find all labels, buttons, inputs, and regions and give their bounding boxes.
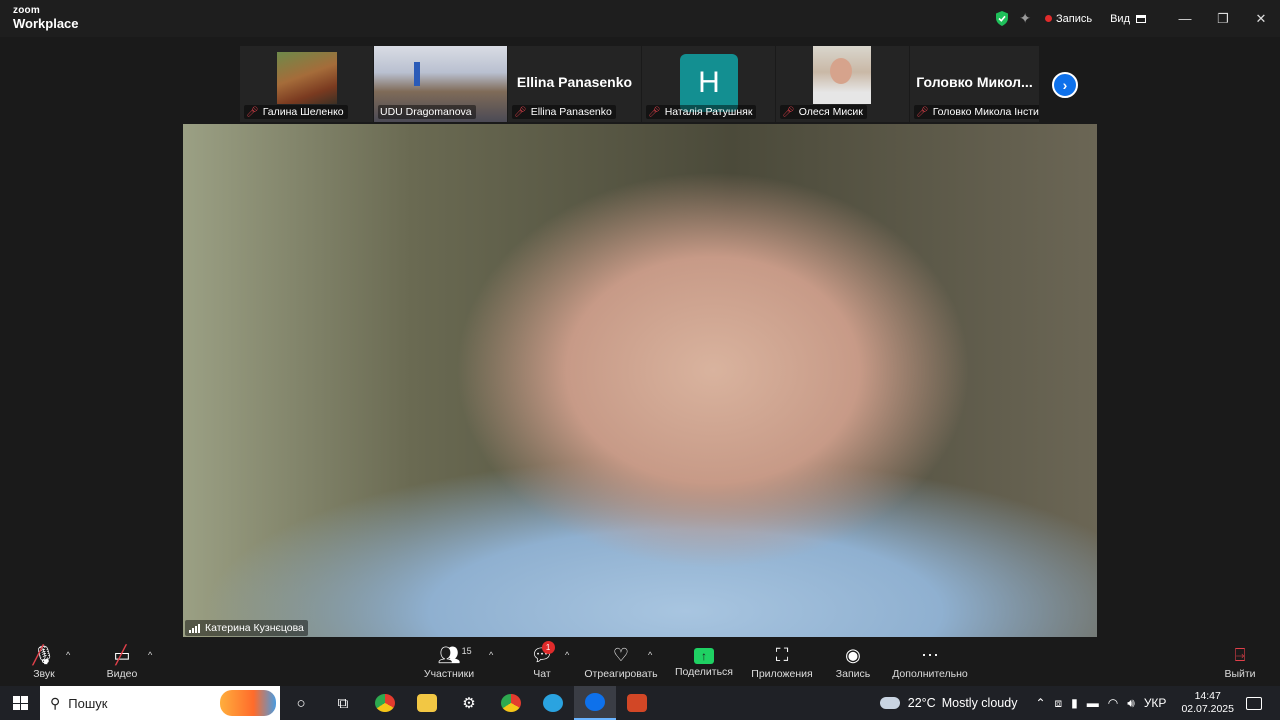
participants-options-caret[interactable]: ^: [489, 650, 493, 660]
active-speaker-video: Катерина Кузнєцова: [183, 124, 1097, 637]
participant-tile[interactable]: 🎤︎ Галина Шеленко: [240, 46, 374, 122]
minimize-button[interactable]: —: [1166, 0, 1204, 37]
video-button[interactable]: ▭ ╱ Видео: [104, 637, 140, 686]
weather-widget[interactable]: 22°C Mostly cloudy: [876, 693, 1017, 710]
zoom-taskbar-icon[interactable]: [574, 686, 616, 720]
heart-icon: ♡: [612, 644, 630, 665]
camera-off-icon: ▭ ╱: [113, 644, 131, 665]
apps-icon: ⛶: [775, 644, 789, 665]
teams-icon[interactable]: ⚙: [448, 686, 490, 720]
mic-muted-icon: 🎤︎: [648, 106, 661, 118]
mic-muted-icon: 🎤︎: [514, 106, 527, 118]
meet-now-icon[interactable]: ⧈: [1055, 696, 1063, 711]
language-indicator[interactable]: УКР: [1144, 696, 1167, 710]
zoom-logo: zoom Workplace: [13, 5, 79, 31]
mic-muted-icon: 🎤︎: [246, 106, 259, 118]
record-dot-icon: [1045, 15, 1052, 22]
tray-overflow-icon[interactable]: ⌃: [1035, 696, 1045, 710]
participant-name: 🎤︎ Наталія Ратушняк: [646, 105, 757, 119]
participant-video: [277, 52, 337, 104]
notifications-icon[interactable]: [1246, 696, 1262, 710]
title-bar: zoom Workplace ✦ Запись Вид — ❐ ✕: [0, 0, 1280, 37]
participant-name: 🎤︎ Ellina Panasenko: [512, 105, 616, 119]
participant-name: 🎤︎ Олеся Мисик: [780, 105, 867, 119]
participants-count: 15: [461, 645, 472, 656]
close-button[interactable]: ✕: [1242, 0, 1280, 37]
view-button[interactable]: Вид: [1110, 13, 1146, 25]
audio-options-caret[interactable]: ^: [66, 650, 70, 660]
shield-icon[interactable]: [995, 11, 1009, 26]
chat-unread-badge: 1: [541, 640, 555, 654]
share-screen-icon: ↑: [694, 648, 714, 664]
meeting-area: 🎤︎ Галина Шеленко UDU Dragomanova Ellina …: [0, 37, 1280, 637]
mic-muted-icon: 🎙︎ ╱: [32, 644, 56, 665]
battery-icon[interactable]: ▬: [1087, 696, 1099, 710]
mic-muted-icon: 🎤︎: [916, 106, 929, 118]
participant-name: 🎤︎ Головко Микола Інсти...: [914, 105, 1039, 119]
start-button[interactable]: [0, 686, 40, 720]
file-explorer-icon[interactable]: [406, 686, 448, 720]
participant-tile[interactable]: Ellina Panasenko 🎤︎ Ellina Panasenko: [508, 46, 642, 122]
grid-view-icon: [1136, 14, 1146, 23]
chrome-icon[interactable]: [364, 686, 406, 720]
participant-tile[interactable]: H 🎤︎ Наталія Ратушняк: [642, 46, 776, 122]
video-options-caret[interactable]: ^: [148, 650, 152, 660]
participants-icon: 👥︎ 15: [438, 644, 472, 666]
record-icon: ◉: [845, 644, 861, 665]
telegram-icon[interactable]: [532, 686, 574, 720]
wifi-icon[interactable]: ◠: [1108, 696, 1118, 710]
react-button[interactable]: ♡ Отреагировать: [584, 637, 658, 686]
task-view-icon[interactable]: ⧉: [322, 686, 364, 720]
participant-display-name: Ellina Panasenko: [516, 74, 633, 90]
participant-video: [813, 46, 871, 104]
participant-name: UDU Dragomanova: [378, 105, 476, 119]
search-icon: ⚲: [50, 694, 61, 711]
participant-name: 🎤︎ Галина Шеленко: [244, 105, 348, 119]
chat-options-caret[interactable]: ^: [565, 650, 569, 660]
cortana-icon[interactable]: ○: [280, 686, 322, 720]
search-highlight-image: [220, 690, 276, 716]
clock[interactable]: 14:47 02.07.2025: [1181, 690, 1234, 716]
chat-button[interactable]: 💬︎ 1 Чат: [528, 637, 556, 686]
cloudy-icon: [876, 693, 900, 709]
leave-button[interactable]: ⍈ Выйти: [1222, 637, 1258, 686]
share-button[interactable]: ↑ Поделиться: [674, 637, 734, 686]
chat-icon: 💬︎ 1: [530, 640, 555, 665]
mic-muted-icon: 🎤︎: [782, 106, 795, 118]
react-options-caret[interactable]: ^: [648, 650, 652, 660]
chevron-right-icon[interactable]: ›: [1052, 72, 1078, 98]
apps-button[interactable]: ⛶ Приложения: [750, 637, 814, 686]
windows-taskbar: ⚲ Пошук ○ ⧉ ⚙ 22°C Mostly cloudy ⌃ ⧈ ▮ ▬…: [0, 686, 1280, 720]
participant-display-name: Головко Микол...: [916, 74, 1033, 90]
usb-icon[interactable]: ▮: [1071, 696, 1078, 710]
ai-companion-icon[interactable]: ✦: [1019, 10, 1031, 27]
meeting-controls: 🎙︎ ╱ Звук ^ ▭ ╱ Видео ^ 👥︎ 15 Участники ^ 💬…: [0, 637, 1280, 686]
participant-tile[interactable]: Головко Микол... 🎤︎ Головко Микола Інсти.…: [910, 46, 1040, 122]
chrome-profile-icon[interactable]: [490, 686, 532, 720]
leave-icon: ⍈: [1234, 644, 1246, 665]
taskbar-search[interactable]: ⚲ Пошук: [40, 686, 280, 720]
audio-button[interactable]: 🎙︎ ╱ Звук: [28, 637, 60, 686]
recording-indicator[interactable]: Запись: [1045, 13, 1092, 25]
participant-strip: 🎤︎ Галина Шеленко UDU Dragomanova Ellina …: [240, 46, 1040, 122]
signal-bars-icon: [189, 623, 201, 633]
more-button[interactable]: ⋯ Дополнительно: [890, 637, 970, 686]
volume-icon[interactable]: 🔊︎: [1127, 696, 1135, 711]
maximize-button[interactable]: ❐: [1204, 0, 1242, 37]
speaker-name-label: Катерина Кузнєцова: [185, 620, 308, 636]
powerpoint-icon[interactable]: [616, 686, 658, 720]
avatar: H: [680, 54, 738, 112]
participant-tile[interactable]: UDU Dragomanova: [374, 46, 508, 122]
participant-tile[interactable]: 🎤︎ Олеся Мисик: [776, 46, 910, 122]
record-button[interactable]: ◉ Запись: [834, 637, 872, 686]
participants-button[interactable]: 👥︎ 15 Участники: [420, 637, 478, 686]
windows-icon: [13, 696, 28, 710]
more-icon: ⋯: [921, 644, 939, 665]
